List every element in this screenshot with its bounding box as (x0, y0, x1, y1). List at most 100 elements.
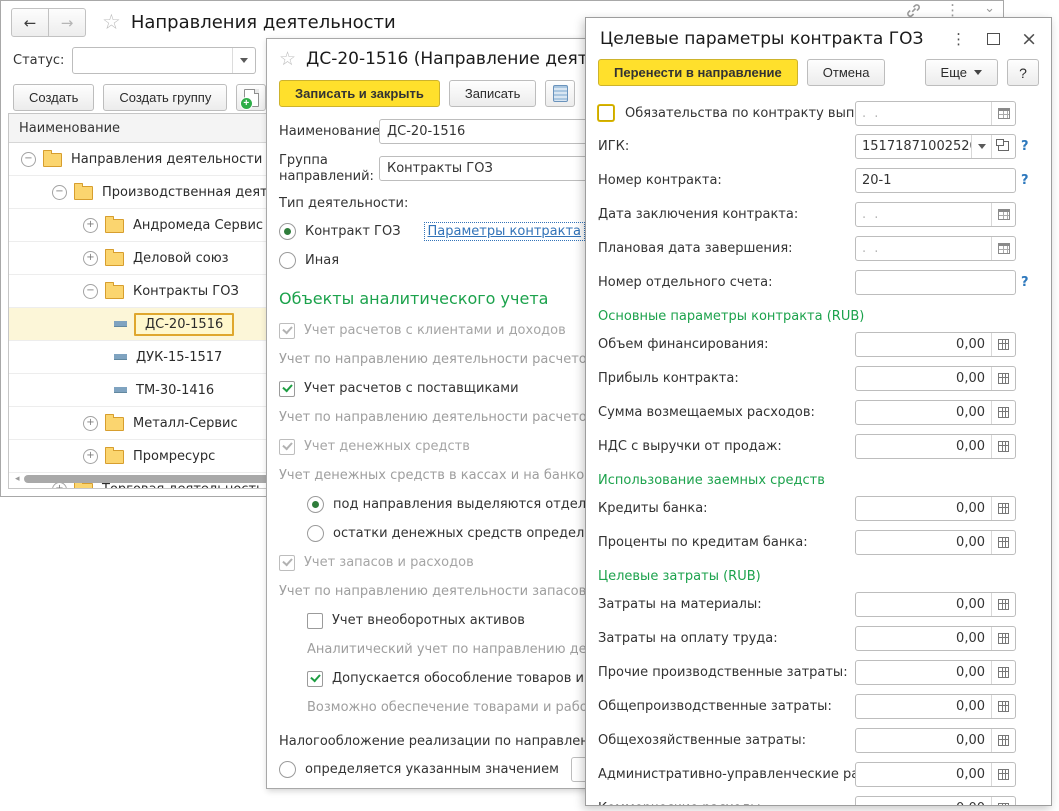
structure-report-button[interactable] (545, 80, 576, 107)
back-button[interactable]: ← (11, 8, 49, 37)
folder-icon (105, 282, 124, 299)
number-field[interactable]: 0,00 (855, 591, 1016, 617)
status-dropdown-button[interactable] (232, 48, 255, 73)
cancel-button[interactable]: Отмена (806, 59, 886, 86)
calculator-icon (998, 440, 1009, 452)
number-field[interactable]: 0,00 (855, 761, 1016, 787)
create-group-button[interactable]: Создать группу (103, 84, 228, 111)
expand-icon[interactable]: + (83, 448, 98, 464)
field-value: 0,00 (956, 336, 985, 352)
favorite-star-icon[interactable]: ☆ (279, 49, 296, 69)
save-button[interactable]: Записать (448, 80, 537, 107)
radio-other-activity[interactable] (279, 252, 296, 270)
save-and-close-button[interactable]: Записать и закрыть (279, 80, 440, 107)
maximize-icon[interactable] (987, 33, 1001, 45)
more-button[interactable]: Еще (924, 59, 998, 86)
radio-other-activity-label: Иная (305, 253, 340, 269)
close-icon[interactable]: × (1021, 30, 1037, 49)
field-label: Сумма возмещаемых расходов: (598, 404, 815, 420)
calculator-button[interactable] (991, 796, 1015, 805)
number-field[interactable]: 0,00 (855, 659, 1016, 685)
calculator-button[interactable] (991, 694, 1015, 718)
combo-field[interactable]: 151718710025200 (855, 133, 1016, 159)
radio-contract-goz[interactable] (279, 223, 296, 241)
collapse-icon[interactable]: − (83, 283, 98, 299)
calculator-button[interactable] (991, 762, 1015, 786)
date-field[interactable]: . . (855, 235, 1016, 261)
option-label: Учет запасов и расходов (304, 555, 474, 571)
checkbox[interactable] (307, 612, 323, 629)
scroll-left-arrow-icon[interactable]: ◂ (15, 474, 20, 484)
number-field[interactable]: 0,00 (855, 495, 1016, 521)
field-help-link[interactable]: ? (1021, 139, 1039, 154)
number-field[interactable]: 0,00 (855, 399, 1016, 425)
text-field[interactable]: 20-1 (855, 167, 1016, 193)
number-field[interactable]: 0,00 (855, 365, 1016, 391)
checkbox[interactable] (279, 380, 295, 397)
dialog-title: Целевые параметры контракта ГОЗ (600, 29, 924, 49)
number-field[interactable]: 0,00 (855, 693, 1016, 719)
section-header: Использование заемных средств (598, 473, 825, 488)
date-field[interactable]: . . (855, 201, 1016, 227)
calendar-button[interactable] (991, 202, 1015, 226)
dropdown-button[interactable] (971, 134, 991, 158)
number-field[interactable]: 0,00 (855, 331, 1016, 357)
calculator-icon (998, 338, 1009, 350)
chevron-down-icon[interactable]: ⌄ (984, 2, 995, 15)
create-button[interactable]: Создать (13, 84, 95, 111)
favorite-star-icon[interactable]: ☆ (102, 12, 121, 33)
forward-button[interactable]: → (49, 8, 86, 37)
more-menu-icon[interactable]: ⋮ (951, 32, 966, 47)
contract-params-link[interactable]: Параметры контракта (423, 222, 586, 242)
tree-item-label: Направления деятельности (71, 151, 263, 167)
number-field[interactable]: 0,00 (855, 529, 1016, 555)
number-field[interactable]: 0,00 (855, 625, 1016, 651)
option-label: Учет расчетов с клиентами и доходов (304, 323, 566, 339)
radio-button[interactable] (307, 525, 324, 543)
number-field[interactable]: 0,00 (855, 433, 1016, 459)
calculator-button[interactable] (991, 434, 1015, 458)
obligations-date-field[interactable]: . . (855, 100, 1016, 126)
calendar-button[interactable] (991, 236, 1015, 260)
field-row: Объем финансирования: 0,00 (598, 327, 1039, 361)
calculator-button[interactable] (991, 366, 1015, 390)
field-row: Дата заключения контракта: . . (598, 197, 1039, 231)
open-item-button[interactable] (991, 134, 1015, 158)
field-label: Дата заключения контракта: (598, 206, 799, 222)
chevron-down-icon (240, 58, 249, 63)
field-help-link[interactable]: ? (1021, 275, 1039, 290)
calculator-button[interactable] (991, 660, 1015, 684)
field-label: Номер отдельного счета: (598, 274, 773, 290)
calculator-button[interactable] (991, 332, 1015, 356)
calculator-button[interactable] (991, 530, 1015, 554)
more-menu-icon[interactable]: ⋮ (945, 3, 960, 18)
calculator-button[interactable] (991, 400, 1015, 424)
transfer-to-direction-button[interactable]: Перенести в направление (598, 59, 798, 86)
expand-icon[interactable]: + (83, 217, 98, 233)
checkbox[interactable] (307, 670, 323, 687)
text-field[interactable] (855, 269, 1016, 295)
radio-button[interactable] (307, 496, 324, 514)
checkbox (279, 554, 295, 571)
calculator-button[interactable] (991, 496, 1015, 520)
expand-icon[interactable]: + (83, 250, 98, 266)
calendar-button[interactable] (991, 101, 1015, 125)
collapse-icon[interactable]: − (52, 184, 67, 200)
number-field[interactable]: 0,00 (855, 795, 1016, 805)
obligations-done-checkbox[interactable] (598, 105, 614, 121)
status-combobox[interactable] (72, 47, 257, 74)
field-row: Затраты на материалы: 0,00 (598, 587, 1039, 621)
help-button[interactable]: ? (1007, 59, 1039, 86)
field-row: Затраты на оплату труда: 0,00 (598, 621, 1039, 655)
expand-icon[interactable]: + (83, 415, 98, 431)
collapse-icon[interactable]: − (21, 151, 36, 167)
field-help-link[interactable]: ? (1021, 173, 1039, 188)
calculator-button[interactable] (991, 728, 1015, 752)
number-field[interactable]: 0,00 (855, 727, 1016, 753)
new-document-plus-icon (239, 88, 259, 110)
radio-tax-specified-value[interactable] (279, 761, 296, 779)
create-new-item-button[interactable] (236, 84, 267, 111)
tree-item-label: Контракты ГОЗ (133, 283, 239, 299)
calculator-button[interactable] (991, 592, 1015, 616)
calculator-button[interactable] (991, 626, 1015, 650)
